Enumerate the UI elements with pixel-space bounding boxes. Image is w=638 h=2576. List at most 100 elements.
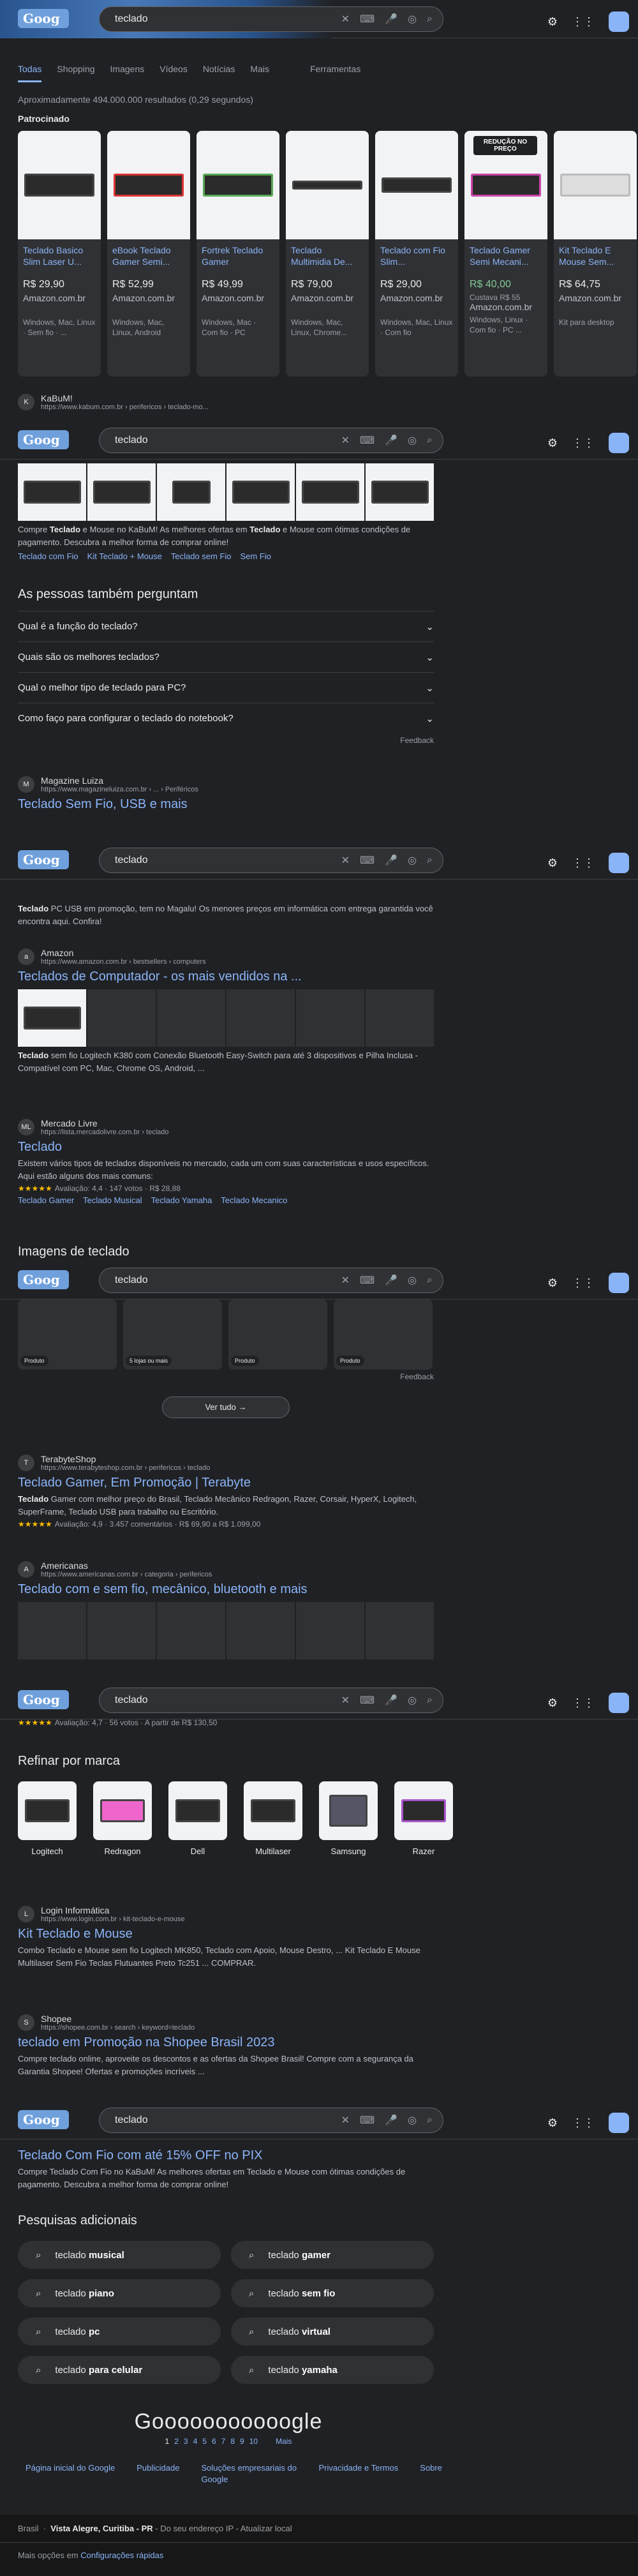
product-title[interactable]: Fortrek Teclado Gamer bbox=[197, 239, 279, 276]
related-search-chip[interactable]: ⌕ teclado musical bbox=[18, 2241, 221, 2269]
search-icon[interactable]: ⌕ bbox=[427, 1695, 433, 1706]
product-title[interactable]: Teclado Basico Slim Laser U... bbox=[18, 239, 101, 276]
related-search-chip[interactable]: ⌕ teclado sem fio bbox=[231, 2279, 434, 2307]
avatar[interactable] bbox=[609, 433, 629, 453]
avatar[interactable] bbox=[609, 1273, 629, 1293]
site-url[interactable]: https://www.kabum.com.br › perifericos ›… bbox=[41, 403, 209, 411]
search-box[interactable]: ✕ ⌨ 🎤 ◎ ⌕ bbox=[99, 6, 443, 32]
tab-shopping[interactable]: Shopping bbox=[57, 64, 94, 82]
result-thumb[interactable] bbox=[296, 463, 364, 521]
site-url[interactable]: https://shopee.com.br › search › keyword… bbox=[41, 2024, 195, 2032]
search-input[interactable] bbox=[115, 435, 306, 446]
google-logo[interactable]: Goog bbox=[18, 1690, 69, 1709]
result-thumb[interactable] bbox=[157, 463, 225, 521]
product-title[interactable]: eBook Teclado Gamer Semi... bbox=[107, 239, 190, 276]
apps-icon[interactable]: ⋮⋮ bbox=[572, 1696, 595, 1710]
related-search-chip[interactable]: ⌕ teclado para celular bbox=[18, 2356, 221, 2384]
search-box[interactable]: ✕ ⌨ 🎤 ◎ ⌕ bbox=[99, 2108, 443, 2133]
footer-link[interactable]: Soluções empresariais do Google bbox=[201, 2462, 297, 2485]
avatar[interactable] bbox=[609, 2113, 629, 2133]
product-image[interactable] bbox=[18, 131, 101, 239]
search-icon[interactable]: ⌕ bbox=[427, 2115, 433, 2126]
gear-icon[interactable]: ⚙ bbox=[547, 15, 558, 29]
apps-icon[interactable]: ⋮⋮ bbox=[572, 857, 595, 870]
avatar[interactable] bbox=[609, 11, 629, 32]
paa-question[interactable]: Quais são os melhores teclados? ⌄ bbox=[18, 641, 434, 672]
product-card[interactable]: REDUÇÃO NO PREÇO Teclado Gamer Semi Mecan… bbox=[464, 131, 547, 377]
next-page-link[interactable]: Mais bbox=[276, 2437, 292, 2446]
lens-icon[interactable]: ◎ bbox=[408, 1274, 417, 1287]
mic-icon[interactable]: 🎤 bbox=[385, 434, 397, 447]
gear-icon[interactable]: ⚙ bbox=[547, 857, 558, 870]
site-url[interactable]: https://www.terabyteshop.com.br › perife… bbox=[41, 1464, 210, 1472]
result-thumb[interactable] bbox=[18, 989, 86, 1047]
search-icon[interactable]: ⌕ bbox=[427, 855, 433, 866]
gear-icon[interactable]: ⚙ bbox=[547, 1696, 558, 1710]
clear-icon[interactable]: ✕ bbox=[341, 1274, 350, 1287]
search-box[interactable]: ✕ ⌨ 🎤 ◎ ⌕ bbox=[99, 1688, 443, 1713]
page-number[interactable]: 5 bbox=[202, 2437, 207, 2446]
related-search-chip[interactable]: ⌕ teclado yamaha bbox=[231, 2356, 434, 2384]
result-title[interactable]: teclado em Promoção na Shopee Brasil 202… bbox=[18, 2035, 434, 2050]
tab-noticias[interactable]: Notícias bbox=[203, 64, 235, 82]
lens-icon[interactable]: ◎ bbox=[408, 2114, 417, 2127]
clear-icon[interactable]: ✕ bbox=[341, 13, 350, 26]
tab-imagens[interactable]: Imagens bbox=[110, 64, 145, 82]
mic-icon[interactable]: 🎤 bbox=[385, 1274, 397, 1287]
paa-question[interactable]: Como faço para configurar o teclado do n… bbox=[18, 703, 434, 733]
product-card[interactable]: Teclado Multimidia De... R$ 79,00 Amazon.c… bbox=[286, 131, 369, 377]
sitelink[interactable]: Teclado Musical bbox=[83, 1195, 142, 1205]
sitelink[interactable]: Teclado Yamaha bbox=[151, 1195, 212, 1205]
product-image[interactable] bbox=[375, 131, 458, 239]
mic-icon[interactable]: 🎤 bbox=[385, 854, 397, 867]
result-thumb[interactable] bbox=[18, 463, 86, 521]
apps-icon[interactable]: ⋮⋮ bbox=[572, 2116, 595, 2130]
sitelink[interactable]: Teclado com Fio bbox=[18, 551, 78, 561]
gear-icon[interactable]: ⚙ bbox=[547, 1277, 558, 1290]
feedback-link[interactable]: Feedback bbox=[18, 736, 434, 745]
footer-link[interactable]: Privacidade e Termos bbox=[318, 2462, 398, 2485]
sitelink[interactable]: Kit Teclado + Mouse bbox=[87, 551, 162, 561]
result-thumb[interactable] bbox=[226, 463, 295, 521]
footer-link[interactable]: Sobre bbox=[420, 2462, 442, 2485]
result-title[interactable]: Teclado Gamer, Em Promoção | Terabyte bbox=[18, 1476, 434, 1490]
footer-link[interactable]: Publicidade bbox=[137, 2462, 179, 2485]
page-number[interactable]: 2 bbox=[174, 2437, 179, 2446]
footer-location-extra[interactable]: - Do seu endereço IP - Atualizar local bbox=[153, 2524, 292, 2533]
lens-icon[interactable]: ◎ bbox=[408, 13, 417, 26]
keyboard-icon[interactable]: ⌨ bbox=[360, 2114, 375, 2127]
quick-settings-link[interactable]: Configurações rápidas bbox=[80, 2550, 163, 2560]
paa-question[interactable]: Qual é a função do teclado? ⌄ bbox=[18, 611, 434, 641]
mic-icon[interactable]: 🎤 bbox=[385, 2114, 397, 2127]
sitelink[interactable]: Teclado sem Fio bbox=[171, 551, 232, 561]
search-input[interactable] bbox=[115, 1275, 306, 1286]
related-search-chip[interactable]: ⌕ teclado gamer bbox=[231, 2241, 434, 2269]
product-title[interactable]: Teclado com Fio Slim... bbox=[375, 239, 458, 276]
keyboard-icon[interactable]: ⌨ bbox=[360, 854, 375, 867]
brand-dell[interactable]: Dell bbox=[168, 1781, 227, 1856]
product-title[interactable]: Teclado Multimidia De... bbox=[286, 239, 369, 276]
google-logo[interactable]: Goog bbox=[18, 1270, 69, 1289]
search-input[interactable] bbox=[115, 13, 306, 25]
page-number[interactable]: 6 bbox=[212, 2437, 216, 2446]
sitelink[interactable]: Teclado Mecanico bbox=[221, 1195, 287, 1205]
product-image[interactable] bbox=[554, 131, 637, 239]
search-box[interactable]: ✕ ⌨ 🎤 ◎ ⌕ bbox=[99, 1268, 443, 1293]
mic-icon[interactable]: 🎤 bbox=[385, 13, 397, 26]
result-title[interactable]: Teclado Com Fio com até 15% OFF no PIX bbox=[18, 2148, 434, 2163]
brand-redragon[interactable]: Redragon bbox=[93, 1781, 152, 1856]
image-tile[interactable]: Produto bbox=[228, 1299, 327, 1370]
image-tile[interactable]: Produto bbox=[18, 1299, 117, 1370]
site-url[interactable]: https://www.login.com.br › kit-teclado-e… bbox=[41, 1915, 185, 1923]
search-icon[interactable]: ⌕ bbox=[427, 13, 433, 25]
lens-icon[interactable]: ◎ bbox=[408, 854, 417, 867]
result-thumb[interactable] bbox=[366, 463, 434, 521]
google-logo[interactable]: Goog bbox=[18, 850, 69, 869]
search-input[interactable] bbox=[115, 1695, 306, 1706]
page-number[interactable]: 10 bbox=[249, 2437, 258, 2446]
related-search-chip[interactable]: ⌕ teclado virtual bbox=[231, 2318, 434, 2346]
image-tile[interactable]: 5 lojas ou mais bbox=[123, 1299, 222, 1370]
result-title[interactable]: Teclado Sem Fio, USB e mais bbox=[18, 797, 434, 812]
clear-icon[interactable]: ✕ bbox=[341, 1694, 350, 1707]
lens-icon[interactable]: ◎ bbox=[408, 434, 417, 447]
